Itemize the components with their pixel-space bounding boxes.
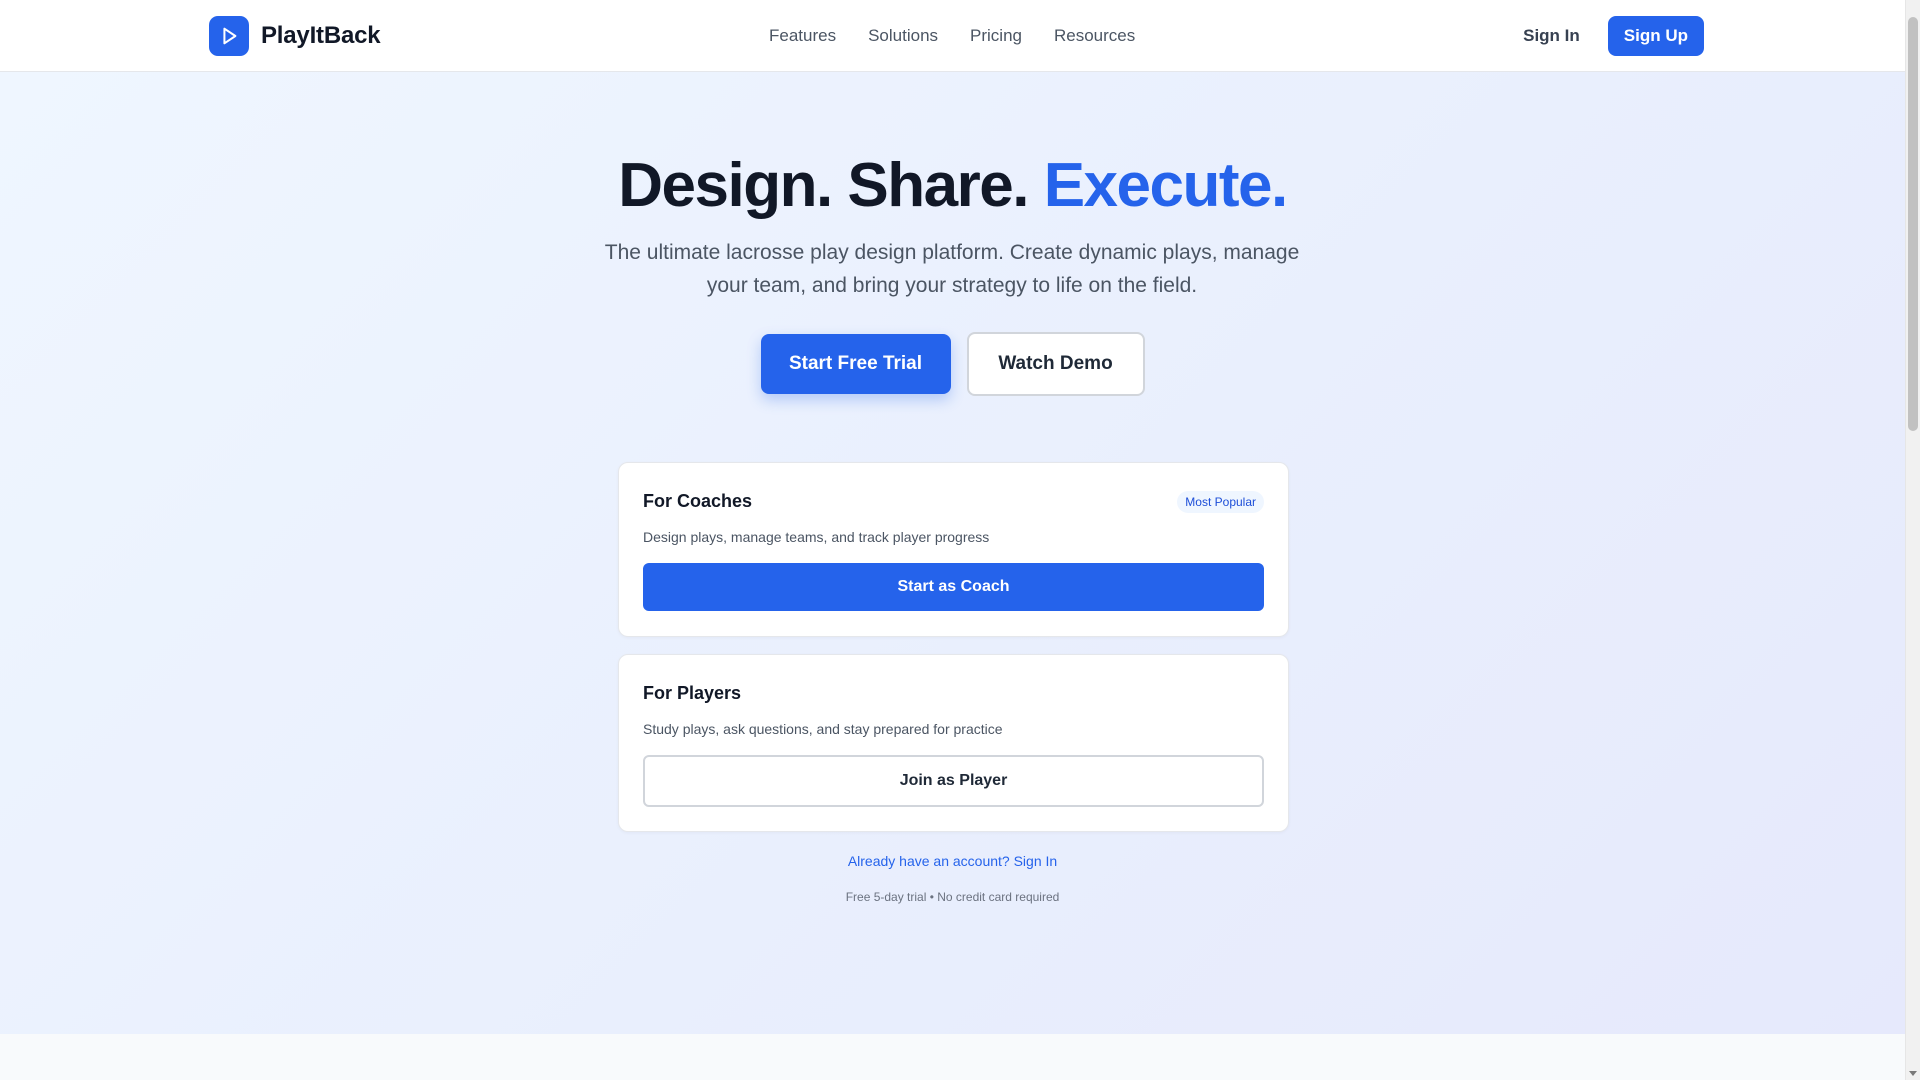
hero-title: Design. Share. Execute. bbox=[0, 148, 1905, 224]
start-free-trial-button[interactable]: Start Free Trial bbox=[760, 334, 951, 394]
hero-title-main: Design. Share. bbox=[618, 151, 1029, 220]
play-icon bbox=[209, 16, 249, 56]
next-section bbox=[0, 1034, 1905, 1080]
coach-card-title: For Coaches bbox=[643, 491, 753, 511]
player-card: For Players Study plays, ask questions, … bbox=[618, 654, 1289, 832]
existing-account-sign-in-link[interactable]: Already have an account? Sign In bbox=[848, 853, 1057, 869]
page-scrollbar[interactable] bbox=[1905, 0, 1920, 1080]
sign-in-link[interactable]: Sign In bbox=[1523, 26, 1580, 46]
watch-demo-button[interactable]: Watch Demo bbox=[966, 332, 1145, 396]
hero-cta-row: Start Free Trial Watch Demo bbox=[0, 332, 1905, 396]
coach-card-description: Design plays, manage teams, and track pl… bbox=[643, 529, 990, 545]
most-popular-badge: Most Popular bbox=[1177, 491, 1264, 513]
account-link-row: Already have an account? Sign In bbox=[0, 853, 1905, 871]
brand-name: PlayItBack bbox=[261, 22, 381, 49]
hero-subtitle: The ultimate lacrosse play design platfo… bbox=[604, 241, 1300, 297]
top-nav-bar: PlayItBack Features Solutions Pricing Re… bbox=[0, 0, 1905, 72]
coach-card: For Coaches Most Popular Design plays, m… bbox=[618, 462, 1289, 637]
trial-fine-print: Free 5-day trial • No credit card requir… bbox=[845, 890, 1060, 904]
scrollbar-thumb[interactable] bbox=[1908, 17, 1918, 431]
start-as-coach-button[interactable]: Start as Coach bbox=[643, 563, 1264, 611]
nav-resources[interactable]: Resources bbox=[1054, 24, 1135, 48]
auth-actions: Sign In Sign Up bbox=[1523, 16, 1704, 56]
scroll-down-arrow-icon[interactable] bbox=[1909, 1071, 1917, 1076]
sign-up-button[interactable]: Sign Up bbox=[1607, 16, 1704, 56]
main-nav: Features Solutions Pricing Resources bbox=[769, 24, 1135, 48]
join-as-player-button[interactable]: Join as Player bbox=[643, 755, 1264, 807]
nav-pricing[interactable]: Pricing bbox=[970, 24, 1022, 48]
nav-solutions[interactable]: Solutions bbox=[868, 24, 938, 48]
player-card-title: For Players bbox=[643, 683, 742, 703]
brand-home-link[interactable]: PlayItBack bbox=[209, 16, 381, 56]
player-card-description: Study plays, ask questions, and stay pre… bbox=[643, 721, 1003, 737]
nav-features[interactable]: Features bbox=[769, 24, 836, 48]
hero-title-accent: Execute. bbox=[1043, 151, 1289, 220]
hero-section: Design. Share. Execute. The ultimate lac… bbox=[0, 72, 1905, 1034]
